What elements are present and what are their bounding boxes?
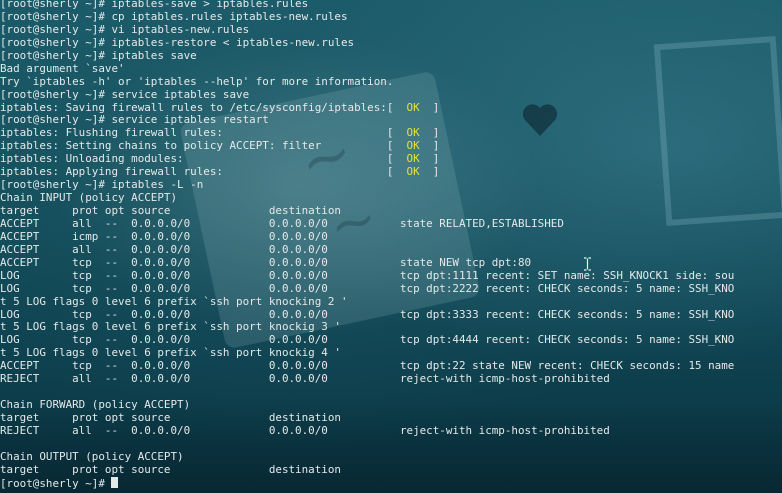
terminal-text: LOG tcp -- 0.0.0.0/0 0.0.0.0/0 tcp dpt:2…: [0, 282, 735, 295]
terminal-text: REJECT all -- 0.0.0.0/0 0.0.0.0/0 reject…: [0, 373, 610, 386]
terminal-line: LOG tcp -- 0.0.0.0/0 0.0.0.0/0 tcp dpt:2…: [0, 283, 782, 296]
terminal-text: ]: [419, 166, 440, 179]
terminal-line: target prot opt source destination: [0, 464, 782, 477]
terminal-text: target prot opt source destination: [0, 412, 341, 424]
terminal-line: [root@sherly ~]# service iptables restar…: [0, 114, 782, 127]
terminal-text: [root@sherly ~]# iptables-restore < ipta…: [0, 36, 355, 49]
terminal-text: iptables: Unloading modules: [: [0, 153, 407, 166]
status-ok-label: OK: [406, 127, 420, 140]
terminal-text: [root@sherly ~]# iptables-save > iptable…: [0, 0, 309, 10]
status-ok-label: OK: [406, 166, 420, 179]
terminal-text: target prot opt source destination: [0, 463, 341, 476]
terminal-text: ACCEPT icmp -- 0.0.0.0/0 0.0.0.0/0: [0, 230, 328, 243]
terminal-line: Bad argument `save': [0, 63, 782, 76]
terminal-text: ]: [419, 153, 440, 166]
terminal-line: iptables: Setting chains to policy ACCEP…: [0, 140, 782, 153]
terminal-text: ACCEPT tcp -- 0.0.0.0/0 0.0.0.0/0 tcp dp…: [0, 360, 735, 373]
terminal-text: ]: [419, 101, 440, 114]
terminal-output: [root@sherly ~]# iptables-save > iptable…: [0, 0, 782, 490]
status-ok-label: OK: [406, 101, 420, 114]
terminal-line: [root@sherly ~]# service iptables save: [0, 89, 782, 102]
terminal-text: Chain OUTPUT (policy ACCEPT): [0, 450, 184, 463]
status-ok-label: OK: [406, 140, 420, 153]
terminal-line: Chain OUTPUT (policy ACCEPT): [0, 451, 782, 464]
terminal-text: LOG tcp -- 0.0.0.0/0 0.0.0.0/0 tcp dpt:4…: [0, 334, 735, 347]
terminal-line: LOG tcp -- 0.0.0.0/0 0.0.0.0/0 tcp dpt:4…: [0, 334, 782, 347]
terminal-text: target prot opt source destination: [0, 205, 341, 217]
terminal-text: [root@sherly ~]# vi iptables-new.rules: [0, 23, 250, 36]
terminal-text: ACCEPT all -- 0.0.0.0/0 0.0.0.0/0 state …: [0, 217, 564, 230]
terminal-line: ACCEPT icmp -- 0.0.0.0/0 0.0.0.0/0: [0, 231, 782, 244]
terminal-line: t 5 LOG flags 0 level 6 prefix `ssh port…: [0, 347, 782, 360]
terminal-line: [root@sherly ~]# iptables-restore < ipta…: [0, 37, 782, 50]
terminal-text: LOG tcp -- 0.0.0.0/0 0.0.0.0/0 tcp dpt:3…: [0, 308, 735, 321]
terminal-line: t 5 LOG flags 0 level 6 prefix `ssh port…: [0, 321, 782, 334]
terminal-text: ]: [419, 140, 440, 153]
terminal-text: Bad argument `save': [0, 62, 125, 75]
terminal-line: [root@sherly ~]# iptables -L -n: [0, 179, 782, 192]
terminal-line: REJECT all -- 0.0.0.0/0 0.0.0.0/0 reject…: [0, 373, 782, 386]
terminal-line: Try `iptables -h' or 'iptables --help' f…: [0, 76, 782, 89]
i-beam-cursor-icon: [584, 257, 591, 271]
terminal-line: target prot opt source destination: [0, 412, 782, 425]
terminal-line: iptables: Flushing firewall rules: [ OK …: [0, 127, 782, 140]
terminal-line: iptables: Applying firewall rules: [ OK …: [0, 166, 782, 179]
terminal-text: [root@sherly ~]#: [0, 476, 112, 490]
terminal-text: ACCEPT tcp -- 0.0.0.0/0 0.0.0.0/0 state …: [0, 256, 532, 269]
terminal-line: REJECT all -- 0.0.0.0/0 0.0.0.0/0 reject…: [0, 425, 782, 438]
terminal-line: LOG tcp -- 0.0.0.0/0 0.0.0.0/0 tcp dpt:1…: [0, 270, 782, 283]
terminal-line: iptables: Saving firewall rules to /etc/…: [0, 102, 782, 115]
terminal-text: ]: [419, 127, 440, 140]
terminal-text: iptables: Applying firewall rules: [: [0, 166, 407, 179]
block-cursor: [111, 476, 119, 488]
terminal-text: Chain FORWARD (policy ACCEPT): [0, 399, 191, 412]
terminal-text: Try `iptables -h' or 'iptables --help' f…: [0, 75, 394, 88]
terminal-text: [root@sherly ~]# service iptables restar…: [0, 114, 269, 127]
terminal-line: [root@sherly ~]# cp iptables.rules iptab…: [0, 11, 782, 24]
terminal-text: ACCEPT all -- 0.0.0.0/0 0.0.0.0/0: [0, 243, 328, 256]
terminal-text: LOG tcp -- 0.0.0.0/0 0.0.0.0/0 tcp dpt:1…: [0, 269, 735, 282]
terminal-text: iptables: Setting chains to policy ACCEP…: [0, 140, 407, 153]
terminal-line: ACCEPT all -- 0.0.0.0/0 0.0.0.0/0 state …: [0, 218, 782, 231]
terminal-text: iptables: Saving firewall rules to /etc/…: [0, 101, 407, 114]
terminal-line: LOG tcp -- 0.0.0.0/0 0.0.0.0/0 tcp dpt:3…: [0, 309, 782, 322]
terminal-text: [root@sherly ~]# service iptables save: [0, 88, 250, 101]
terminal-line: Chain INPUT (policy ACCEPT): [0, 192, 782, 205]
terminal-text: t 5 LOG flags 0 level 6 prefix `ssh port…: [0, 347, 341, 360]
terminal-line: Chain FORWARD (policy ACCEPT): [0, 399, 782, 412]
terminal-text: Chain INPUT (policy ACCEPT): [0, 192, 178, 205]
terminal-line: [root@sherly ~]# iptables-save > iptable…: [0, 0, 782, 11]
terminal-window[interactable]: ~ ~ [root@sherly ~]# iptables-save > ipt…: [0, 0, 782, 493]
terminal-text: iptables: Flushing firewall rules: [: [0, 127, 407, 140]
terminal-line: [root@sherly ~]# iptables save: [0, 50, 782, 63]
terminal-line: [root@sherly ~]#: [0, 476, 782, 490]
terminal-line: ACCEPT all -- 0.0.0.0/0 0.0.0.0/0: [0, 244, 782, 257]
terminal-line: ACCEPT tcp -- 0.0.0.0/0 0.0.0.0/0 tcp dp…: [0, 360, 782, 373]
terminal-line: [root@sherly ~]# vi iptables-new.rules: [0, 24, 782, 37]
terminal-text: [root@sherly ~]# iptables save: [0, 49, 197, 62]
terminal-line: ACCEPT tcp -- 0.0.0.0/0 0.0.0.0/0 state …: [0, 257, 782, 270]
terminal-text: t 5 LOG flags 0 level 6 prefix `ssh port…: [0, 321, 341, 334]
terminal-text: REJECT all -- 0.0.0.0/0 0.0.0.0/0 reject…: [0, 424, 610, 437]
terminal-text: t 5 LOG flags 0 level 6 prefix `ssh port…: [0, 295, 348, 308]
terminal-line: iptables: Unloading modules: [ OK ]: [0, 153, 782, 166]
terminal-line: target prot opt source destination: [0, 205, 782, 218]
terminal-line: t 5 LOG flags 0 level 6 prefix `ssh port…: [0, 296, 782, 309]
status-ok-label: OK: [406, 153, 420, 166]
terminal-text: [root@sherly ~]# iptables -L -n: [0, 179, 204, 192]
terminal-text: [root@sherly ~]# cp iptables.rules iptab…: [0, 10, 348, 23]
